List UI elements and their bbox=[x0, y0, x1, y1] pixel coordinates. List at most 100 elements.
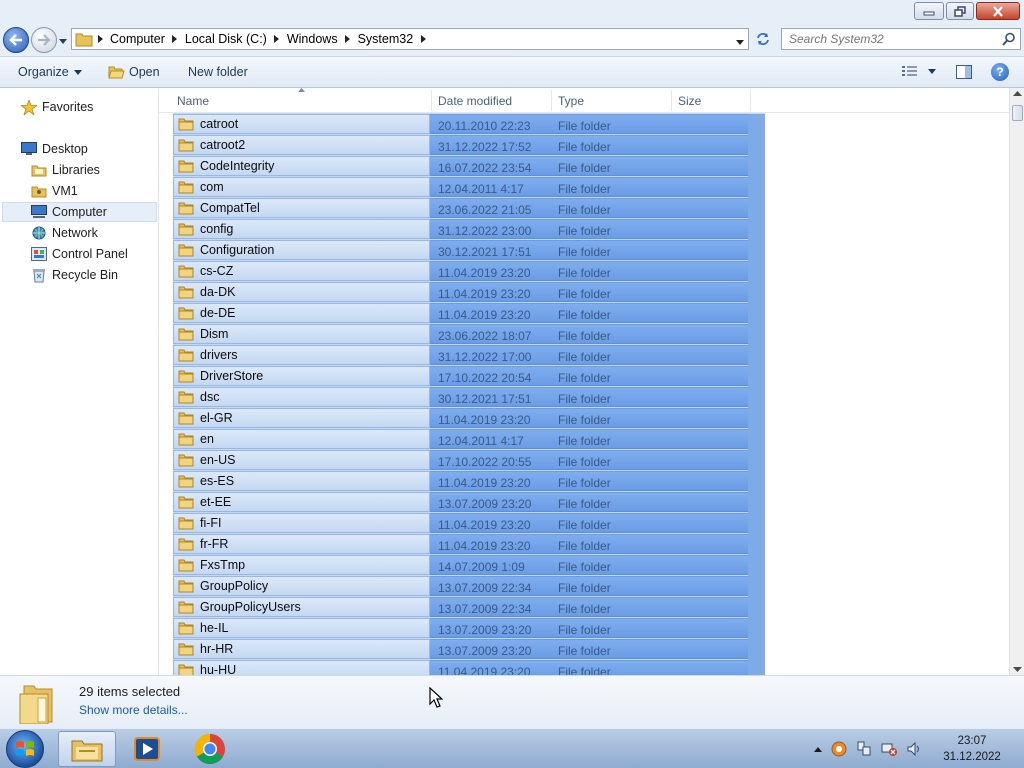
details-cell[interactable]: 13.07.2009 22:34 File folder bbox=[430, 576, 748, 596]
breadcrumb-local-disk[interactable]: Local Disk (C:) bbox=[182, 29, 270, 49]
column-header-size[interactable]: Size bbox=[678, 94, 701, 108]
nav-favorites[interactable]: Favorites bbox=[20, 97, 150, 117]
nav-control-panel[interactable]: Control Panel bbox=[30, 244, 150, 264]
size-cell[interactable] bbox=[748, 177, 765, 198]
network-tray-icon[interactable] bbox=[881, 741, 897, 757]
name-cell[interactable]: Dism bbox=[173, 324, 430, 344]
details-cell[interactable]: 17.10.2022 20:55 File folder bbox=[430, 450, 748, 470]
table-row[interactable]: cs-CZ 11.04.2019 23:20 File folder bbox=[173, 261, 765, 282]
size-cell[interactable] bbox=[748, 303, 765, 324]
forward-button[interactable] bbox=[31, 27, 57, 53]
change-view-button[interactable] bbox=[902, 65, 936, 77]
search-box[interactable] bbox=[781, 28, 1021, 50]
details-cell[interactable]: 13.07.2009 23:20 File folder bbox=[430, 492, 748, 512]
details-cell[interactable]: 11.04.2019 23:20 File folder bbox=[430, 261, 748, 281]
open-button[interactable]: Open bbox=[108, 65, 160, 79]
column-header-date[interactable]: Date modified bbox=[438, 94, 512, 108]
table-row[interactable]: dsc 30.12.2021 17:51 File folder bbox=[173, 387, 765, 408]
size-cell[interactable] bbox=[748, 576, 765, 597]
back-button[interactable] bbox=[3, 27, 29, 53]
name-cell[interactable]: CompatTel bbox=[173, 198, 430, 218]
details-cell[interactable]: 31.12.2022 17:00 File folder bbox=[430, 345, 748, 365]
size-cell[interactable] bbox=[748, 114, 765, 135]
name-cell[interactable]: fr-FR bbox=[173, 534, 430, 554]
action-center-icon[interactable] bbox=[856, 741, 872, 757]
breadcrumb-windows[interactable]: Windows bbox=[284, 29, 341, 49]
organize-button[interactable]: Organize bbox=[18, 65, 82, 79]
breadcrumb-separator[interactable] bbox=[416, 35, 430, 43]
table-row[interactable]: GroupPolicyUsers 13.07.2009 22:34 File fol… bbox=[173, 597, 765, 618]
restore-button[interactable] bbox=[946, 2, 974, 20]
name-cell[interactable]: he-IL bbox=[173, 618, 430, 638]
taskbar-chrome[interactable] bbox=[181, 731, 239, 767]
name-cell[interactable]: hr-HR bbox=[173, 639, 430, 659]
details-cell[interactable]: 12.04.2011 4:17 File folder bbox=[430, 177, 748, 197]
preview-pane-button[interactable] bbox=[956, 65, 972, 82]
size-cell[interactable] bbox=[748, 282, 765, 303]
taskbar-explorer[interactable] bbox=[58, 731, 116, 767]
name-cell[interactable]: com bbox=[173, 177, 430, 197]
search-icon[interactable] bbox=[1002, 32, 1016, 49]
table-row[interactable]: config 31.12.2022 23:00 File folder bbox=[173, 219, 765, 240]
name-cell[interactable]: da-DK bbox=[173, 282, 430, 302]
name-cell[interactable]: hu-HU bbox=[173, 660, 430, 675]
table-row[interactable]: en 12.04.2011 4:17 File folder bbox=[173, 429, 765, 450]
table-row[interactable]: CodeIntegrity 16.07.2022 23:54 File folder bbox=[173, 156, 765, 177]
details-cell[interactable]: 30.12.2021 17:51 File folder bbox=[430, 387, 748, 407]
details-cell[interactable]: 20.11.2010 22:23 File folder bbox=[430, 114, 748, 134]
size-cell[interactable] bbox=[748, 198, 765, 219]
name-cell[interactable]: es-ES bbox=[173, 471, 430, 491]
details-cell[interactable]: 30.12.2021 17:51 File folder bbox=[430, 240, 748, 260]
details-cell[interactable]: 11.04.2019 23:20 File folder bbox=[430, 471, 748, 491]
table-row[interactable]: com 12.04.2011 4:17 File folder bbox=[173, 177, 765, 198]
table-row[interactable]: et-EE 13.07.2009 23:20 File folder bbox=[173, 492, 765, 513]
size-cell[interactable] bbox=[748, 135, 765, 156]
details-cell[interactable]: 11.04.2019 23:20 File folder bbox=[430, 408, 748, 428]
size-cell[interactable] bbox=[748, 261, 765, 282]
scroll-down-icon[interactable] bbox=[1013, 667, 1022, 672]
size-cell[interactable] bbox=[748, 429, 765, 450]
size-cell[interactable] bbox=[748, 639, 765, 660]
details-cell[interactable]: 11.04.2019 23:20 File folder bbox=[430, 660, 748, 675]
size-cell[interactable] bbox=[748, 324, 765, 345]
nav-libraries[interactable]: Libraries bbox=[30, 160, 150, 180]
clock[interactable]: 23:07 31.12.2022 bbox=[932, 733, 1012, 765]
details-cell[interactable]: 14.07.2009 1:09 File folder bbox=[430, 555, 748, 575]
name-cell[interactable]: cs-CZ bbox=[173, 261, 430, 281]
details-cell[interactable]: 13.07.2009 23:20 File folder bbox=[430, 639, 748, 659]
breadcrumb-separator[interactable] bbox=[341, 35, 355, 43]
breadcrumb-system32[interactable]: System32 bbox=[355, 29, 417, 49]
name-cell[interactable]: Configuration bbox=[173, 240, 430, 260]
table-row[interactable]: drivers 31.12.2022 17:00 File folder bbox=[173, 345, 765, 366]
size-cell[interactable] bbox=[748, 408, 765, 429]
nav-vm1[interactable]: VM1 bbox=[30, 181, 150, 201]
table-row[interactable]: de-DE 11.04.2019 23:20 File folder bbox=[173, 303, 765, 324]
size-cell[interactable] bbox=[748, 534, 765, 555]
name-cell[interactable]: FxsTmp bbox=[173, 555, 430, 575]
details-cell[interactable]: 16.07.2022 23:54 File folder bbox=[430, 156, 748, 176]
details-cell[interactable]: 11.04.2019 23:20 File folder bbox=[430, 534, 748, 554]
table-row[interactable]: hu-HU 11.04.2019 23:20 File folder bbox=[173, 660, 765, 675]
details-cell[interactable]: 12.04.2011 4:17 File folder bbox=[430, 429, 748, 449]
update-icon[interactable] bbox=[831, 741, 847, 757]
table-row[interactable]: GroupPolicy 13.07.2009 22:34 File folder bbox=[173, 576, 765, 597]
size-cell[interactable] bbox=[748, 492, 765, 513]
name-cell[interactable]: el-GR bbox=[173, 408, 430, 428]
details-cell[interactable]: 11.04.2019 23:20 File folder bbox=[430, 303, 748, 323]
minimize-button[interactable] bbox=[914, 2, 944, 20]
details-cell[interactable]: 17.10.2022 20:54 File folder bbox=[430, 366, 748, 386]
show-more-details-link[interactable]: Show more details... bbox=[79, 703, 188, 717]
name-cell[interactable]: drivers bbox=[173, 345, 430, 365]
recent-pages-dropdown[interactable] bbox=[58, 36, 68, 46]
size-cell[interactable] bbox=[748, 219, 765, 240]
table-row[interactable]: en-US 17.10.2022 20:55 File folder bbox=[173, 450, 765, 471]
size-cell[interactable] bbox=[748, 240, 765, 261]
scrollbar-thumb[interactable] bbox=[1012, 105, 1023, 121]
table-row[interactable]: da-DK 11.04.2019 23:20 File folder bbox=[173, 282, 765, 303]
name-cell[interactable]: catroot bbox=[173, 114, 430, 134]
table-row[interactable]: el-GR 11.04.2019 23:20 File folder bbox=[173, 408, 765, 429]
details-cell[interactable]: 31.12.2022 23:00 File folder bbox=[430, 219, 748, 239]
table-row[interactable]: Dism 23.06.2022 18:07 File folder bbox=[173, 324, 765, 345]
table-row[interactable]: FxsTmp 14.07.2009 1:09 File folder bbox=[173, 555, 765, 576]
size-cell[interactable] bbox=[748, 450, 765, 471]
